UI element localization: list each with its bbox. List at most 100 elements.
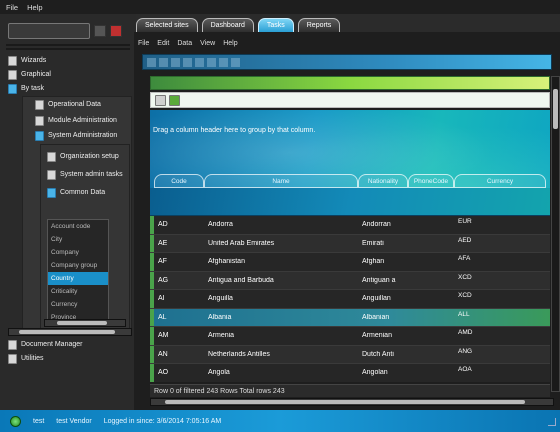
list-item[interactable]: City — [48, 233, 108, 246]
list-item[interactable]: Company group — [48, 259, 108, 272]
collapsed-icon — [8, 353, 17, 364]
nav-search-button[interactable] — [94, 25, 106, 37]
tab-dashboard[interactable]: Dashboard — [201, 18, 254, 32]
help-icon[interactable] — [231, 57, 240, 67]
list-item[interactable]: Account code — [48, 220, 108, 233]
menu-file[interactable]: File — [6, 3, 18, 12]
table-row-selected[interactable]: AL Albania Albanian ALL — [150, 308, 550, 327]
nav-search-input[interactable] — [8, 23, 90, 39]
grid-rows: AD Andorra Andorran EUR AE United Arab E… — [150, 216, 550, 382]
nav-item-graphical[interactable]: Graphical — [8, 68, 51, 81]
list-horizontal-scrollbar[interactable] — [44, 319, 126, 327]
list-item-selected[interactable]: Country — [48, 272, 108, 285]
cell-code: AI — [158, 295, 165, 303]
expanded-icon — [8, 83, 17, 94]
save-icon[interactable] — [171, 57, 180, 67]
cell-nationality: Angolan — [362, 369, 388, 377]
status-vendor: test Vendor — [56, 417, 92, 425]
nav-item-organization-setup[interactable]: Organization setup — [47, 150, 119, 163]
cell-name: Angola — [208, 369, 230, 377]
collapsed-icon — [35, 115, 44, 126]
table-row[interactable]: AD Andorra Andorran EUR — [150, 216, 550, 235]
table-row[interactable]: AN Netherlands Antilles Dutch Anti ANG — [150, 345, 550, 364]
resize-grip-icon[interactable] — [548, 418, 556, 426]
print-icon[interactable] — [155, 94, 166, 106]
filter-icon[interactable] — [219, 57, 228, 67]
nav-item-common-data[interactable]: Common Data — [47, 186, 105, 199]
delete-icon[interactable] — [207, 57, 216, 67]
common-data-list: Account code City Company Company group … — [47, 219, 109, 327]
cell-currency: ANG — [458, 347, 473, 355]
scroll-thumb[interactable] — [57, 321, 107, 325]
scroll-thumb[interactable] — [165, 400, 525, 404]
column-header-currency[interactable]: Currency — [454, 174, 546, 188]
scroll-thumb[interactable] — [553, 89, 558, 129]
cell-nationality: Emirati — [362, 239, 384, 247]
app-menu-bar: File Help — [0, 0, 560, 14]
main-content: File Edit Data View Help Drag a column h… — [134, 32, 560, 410]
row-indicator — [150, 234, 154, 252]
table-row[interactable]: AI Anguilla Anguillan XCD — [150, 290, 550, 309]
new-icon[interactable] — [147, 57, 156, 67]
list-item[interactable]: Criticality — [48, 285, 108, 298]
inner-menu-bar: File Edit Data View Help — [138, 40, 238, 47]
list-item[interactable]: Company — [48, 246, 108, 259]
menu-help[interactable]: Help — [27, 3, 42, 12]
nav-clear-button[interactable] — [110, 25, 122, 37]
table-row[interactable]: AO Angola Angolan AOA — [150, 364, 550, 382]
inner-menu-data[interactable]: Data — [177, 40, 192, 47]
cell-currency: AED — [458, 236, 472, 244]
nav-item-document-manager[interactable]: Document Manager — [8, 338, 82, 351]
cell-code: AM — [158, 332, 169, 340]
scroll-thumb[interactable] — [19, 330, 115, 334]
cell-code: AO — [158, 369, 169, 377]
nav-item-operational-data[interactable]: Operational Data — [35, 98, 101, 111]
grid-vertical-scrollbar[interactable] — [551, 76, 560, 392]
export-excel-icon[interactable] — [169, 94, 180, 106]
refresh-icon[interactable] — [195, 57, 204, 67]
inner-menu-help[interactable]: Help — [223, 40, 237, 47]
column-header-phonecode[interactable]: PhoneCode — [408, 174, 454, 188]
inner-menu-file[interactable]: File — [138, 40, 149, 47]
table-row[interactable]: AE United Arab Emirates Emirati AED — [150, 234, 550, 253]
column-header-nationality[interactable]: Nationality — [358, 174, 408, 188]
copy-icon[interactable] — [183, 57, 192, 67]
row-indicator — [150, 364, 154, 382]
nav-item-module-administration[interactable]: Module Administration — [35, 114, 117, 127]
cell-code: AD — [158, 221, 168, 229]
nav-label: System admin tasks — [60, 171, 123, 178]
nav-item-system-admin-tasks[interactable]: System admin tasks — [47, 168, 123, 181]
row-indicator — [150, 308, 154, 326]
column-header-code[interactable]: Code — [154, 174, 204, 188]
cell-currency: AOA — [458, 366, 472, 373]
grid-title-bar — [150, 76, 550, 90]
cell-name: Armenia — [208, 332, 235, 340]
data-grid: Drag a column header here to group by th… — [150, 110, 550, 382]
list-item[interactable]: Currency — [48, 298, 108, 311]
tab-reports[interactable]: Reports — [297, 18, 341, 32]
nav-label: Common Data — [60, 189, 106, 196]
table-row[interactable]: AG Antigua and Barbuda Antiguan a XCD — [150, 271, 550, 290]
grid-horizontal-scrollbar[interactable] — [150, 398, 554, 406]
nav-horizontal-scrollbar[interactable] — [8, 328, 132, 336]
nav-label: Module Administration — [48, 117, 117, 124]
cell-currency: ALL — [458, 310, 470, 318]
table-row[interactable]: AF Afghanistan Afghan AFA — [150, 253, 550, 272]
nav-item-by-task[interactable]: By task — [8, 82, 44, 95]
column-header-name[interactable]: Name — [204, 174, 358, 188]
filter-row[interactable] — [150, 188, 550, 216]
row-indicator — [150, 253, 154, 271]
table-row[interactable]: AM Armenia Armenian AMD — [150, 327, 550, 346]
nav-item-system-administration[interactable]: System Administration — [35, 129, 117, 142]
tab-selected-sites[interactable]: Selected sites — [136, 18, 198, 32]
nav-label: System Administration — [48, 132, 118, 139]
nav-item-utilities[interactable]: Utilities — [8, 352, 44, 365]
nav-item-wizards[interactable]: Wizards — [8, 54, 46, 67]
edit-icon[interactable] — [159, 57, 168, 67]
inner-menu-edit[interactable]: Edit — [157, 40, 169, 47]
cell-code: AG — [158, 276, 169, 284]
grid-status: Row 0 of filtered 243 Rows Total rows 24… — [150, 384, 550, 397]
inner-menu-view[interactable]: View — [200, 40, 215, 47]
collapsed-icon — [47, 169, 56, 180]
tab-tasks[interactable]: Tasks — [257, 18, 294, 32]
